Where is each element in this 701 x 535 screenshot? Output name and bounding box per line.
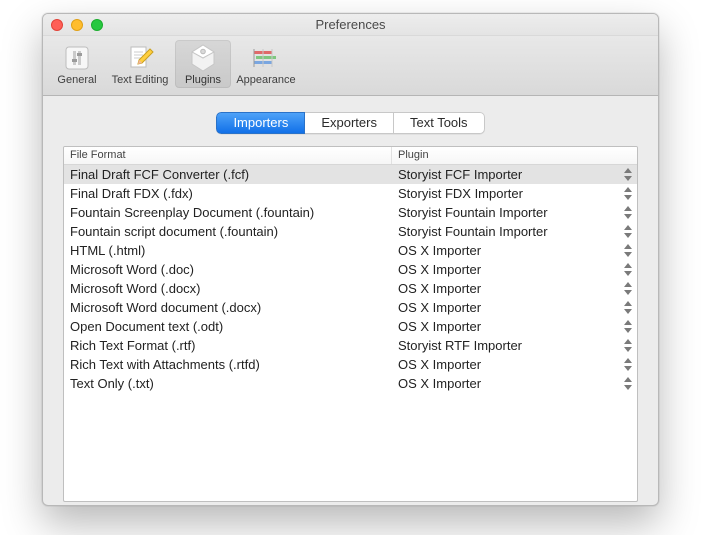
tab-exporters[interactable]: Exporters	[305, 112, 394, 134]
cell-plugin[interactable]: Storyist FCF Importer	[392, 165, 637, 184]
cell-plugin[interactable]: OS X Importer	[392, 317, 637, 336]
table-header: File Format Plugin	[64, 147, 637, 165]
stepper-icon[interactable]	[623, 224, 633, 239]
tab-label: Text Tools	[410, 115, 468, 130]
table-row[interactable]: Microsoft Word (.docx)OS X Importer	[64, 279, 637, 298]
stepper-icon[interactable]	[623, 205, 633, 220]
toolbar-item-appearance[interactable]: Appearance	[233, 40, 299, 88]
preferences-window: Preferences General	[42, 13, 659, 506]
document-pencil-icon	[124, 42, 156, 74]
cell-file-format: Open Document text (.odt)	[64, 317, 392, 336]
table-body: Final Draft FCF Converter (.fcf)Storyist…	[64, 165, 637, 393]
tab-importers[interactable]: Importers	[216, 112, 305, 134]
table-row[interactable]: Microsoft Word (.doc)OS X Importer	[64, 260, 637, 279]
plugins-table: File Format Plugin Final Draft FCF Conve…	[63, 146, 638, 502]
toolbar: General Text Editing	[43, 36, 658, 96]
toolbar-item-general[interactable]: General	[49, 40, 105, 88]
table-row[interactable]: Text Only (.txt)OS X Importer	[64, 374, 637, 393]
segmented-control: Importers Exporters Text Tools	[63, 112, 638, 134]
stepper-icon[interactable]	[623, 243, 633, 258]
column-header-format[interactable]: File Format	[64, 147, 392, 164]
window-title: Preferences	[315, 17, 385, 32]
stepper-icon[interactable]	[623, 300, 633, 315]
toolbar-label: Appearance	[236, 74, 295, 86]
stepper-icon[interactable]	[623, 262, 633, 277]
table-row[interactable]: HTML (.html)OS X Importer	[64, 241, 637, 260]
cell-file-format: Text Only (.txt)	[64, 374, 392, 393]
cell-plugin[interactable]: OS X Importer	[392, 241, 637, 260]
close-button[interactable]	[51, 19, 63, 31]
cell-file-format: Final Draft FDX (.fdx)	[64, 184, 392, 203]
toolbar-label: General	[57, 74, 96, 86]
cell-file-format: Rich Text with Attachments (.rtfd)	[64, 355, 392, 374]
toolbar-item-text-editing[interactable]: Text Editing	[107, 40, 173, 88]
content-area: Importers Exporters Text Tools File Form…	[43, 96, 658, 506]
stepper-icon[interactable]	[623, 167, 633, 182]
cell-file-format: Microsoft Word (.doc)	[64, 260, 392, 279]
cell-file-format: Rich Text Format (.rtf)	[64, 336, 392, 355]
table-row[interactable]: Open Document text (.odt)OS X Importer	[64, 317, 637, 336]
stepper-icon[interactable]	[623, 357, 633, 372]
table-row[interactable]: Final Draft FDX (.fdx)Storyist FDX Impor…	[64, 184, 637, 203]
tab-text-tools[interactable]: Text Tools	[394, 112, 485, 134]
cell-file-format: HTML (.html)	[64, 241, 392, 260]
cell-plugin[interactable]: Storyist Fountain Importer	[392, 203, 637, 222]
stepper-icon[interactable]	[623, 186, 633, 201]
toolbar-item-plugins[interactable]: Plugins	[175, 40, 231, 88]
zoom-button[interactable]	[91, 19, 103, 31]
cell-plugin[interactable]: Storyist Fountain Importer	[392, 222, 637, 241]
toolbar-label: Text Editing	[112, 74, 169, 86]
table-row[interactable]: Fountain script document (.fountain)Stor…	[64, 222, 637, 241]
slider-icon	[61, 42, 93, 74]
traffic-lights	[51, 19, 103, 31]
cell-file-format: Microsoft Word (.docx)	[64, 279, 392, 298]
stepper-icon[interactable]	[623, 376, 633, 391]
tab-label: Importers	[233, 115, 288, 130]
stepper-icon[interactable]	[623, 319, 633, 334]
table-row[interactable]: Rich Text with Attachments (.rtfd)OS X I…	[64, 355, 637, 374]
cell-file-format: Fountain Screenplay Document (.fountain)	[64, 203, 392, 222]
stepper-icon[interactable]	[623, 281, 633, 296]
cell-plugin[interactable]: Storyist RTF Importer	[392, 336, 637, 355]
table-row[interactable]: Microsoft Word document (.docx)OS X Impo…	[64, 298, 637, 317]
cell-file-format: Microsoft Word document (.docx)	[64, 298, 392, 317]
stepper-icon[interactable]	[623, 338, 633, 353]
minimize-button[interactable]	[71, 19, 83, 31]
toolbar-label: Plugins	[185, 74, 221, 86]
titlebar: Preferences	[43, 14, 658, 36]
cell-file-format: Final Draft FCF Converter (.fcf)	[64, 165, 392, 184]
cell-file-format: Fountain script document (.fountain)	[64, 222, 392, 241]
cell-plugin[interactable]: OS X Importer	[392, 260, 637, 279]
cell-plugin[interactable]: Storyist FDX Importer	[392, 184, 637, 203]
table-row[interactable]: Rich Text Format (.rtf)Storyist RTF Impo…	[64, 336, 637, 355]
column-header-plugin[interactable]: Plugin	[392, 147, 637, 164]
table-row[interactable]: Fountain Screenplay Document (.fountain)…	[64, 203, 637, 222]
cell-plugin[interactable]: OS X Importer	[392, 279, 637, 298]
plugin-icon	[187, 42, 219, 74]
tab-label: Exporters	[321, 115, 377, 130]
cell-plugin[interactable]: OS X Importer	[392, 298, 637, 317]
table-row[interactable]: Final Draft FCF Converter (.fcf)Storyist…	[64, 165, 637, 184]
appearance-icon	[250, 42, 282, 74]
cell-plugin[interactable]: OS X Importer	[392, 355, 637, 374]
cell-plugin[interactable]: OS X Importer	[392, 374, 637, 393]
